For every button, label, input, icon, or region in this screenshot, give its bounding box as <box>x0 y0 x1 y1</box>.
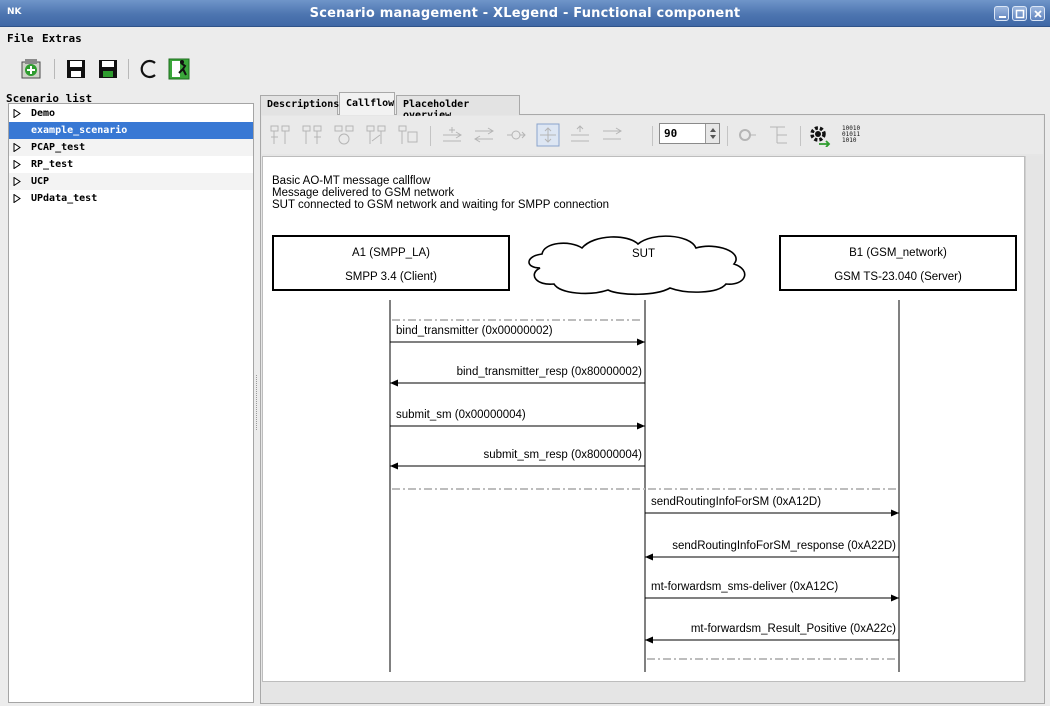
window-title: Scenario management - XLegend - Function… <box>309 6 741 21</box>
move-down-button[interactable] <box>600 123 624 147</box>
expand-arrow-icon[interactable] <box>13 194 21 203</box>
refresh-button[interactable] <box>135 54 165 84</box>
list-item[interactable]: Demo <box>9 105 253 122</box>
insert-entity-button[interactable] <box>300 123 324 147</box>
expand-arrow-icon[interactable] <box>13 143 21 152</box>
list-item[interactable]: UPdata_test <box>9 190 253 207</box>
vertical-scrollbar[interactable] <box>1025 156 1043 682</box>
save-as-button[interactable] <box>93 54 123 84</box>
menu-extras[interactable]: Extras <box>42 32 82 45</box>
list-item[interactable]: example_scenario <box>9 122 253 139</box>
message-label[interactable]: submit_sm_resp (0x80000004) <box>483 449 642 461</box>
add-entity-button[interactable] <box>268 123 292 147</box>
move-up-icon <box>571 125 589 142</box>
expand-arrow-icon[interactable] <box>13 177 21 186</box>
add-message-icon <box>443 127 462 142</box>
add-response-button[interactable] <box>472 123 496 147</box>
message-label[interactable]: bind_transmitter_resp (0x80000002) <box>457 366 642 378</box>
add-response-icon <box>474 127 494 143</box>
main-toolbar <box>0 49 1050 89</box>
tab-callflow[interactable]: Callflow <box>339 92 395 115</box>
exit-button[interactable] <box>164 54 194 84</box>
move-down-icon <box>603 127 622 140</box>
message-arrowhead <box>637 338 645 346</box>
refresh-icon <box>140 59 156 79</box>
horizontal-scrollbar[interactable] <box>262 682 1043 702</box>
exit-icon <box>168 58 190 80</box>
select-message-button[interactable] <box>536 123 560 147</box>
minimize-button[interactable] <box>994 6 1009 21</box>
binary-icon: 10010010111010 <box>842 125 860 144</box>
svg-text:1010: 1010 <box>842 137 857 144</box>
insert-entity-icon <box>302 125 322 144</box>
scenario-list[interactable]: Demo example_scenario PCAP_test RP_test … <box>8 103 254 703</box>
zoom-value: 90 <box>664 127 678 140</box>
message-label[interactable]: mt-forwardsm_sms-deliver (0xA12C) <box>651 581 838 593</box>
zoom-stepper[interactable] <box>705 124 719 143</box>
splitter-handle[interactable] <box>256 375 258 430</box>
new-scenario-icon <box>21 59 41 79</box>
new-scenario-button[interactable] <box>16 54 46 84</box>
message-arrowhead <box>645 636 653 644</box>
delete-entity-icon <box>398 125 418 144</box>
edit-entity-icon <box>366 125 386 144</box>
select-message-icon <box>536 123 560 147</box>
gear-icon <box>810 126 831 147</box>
message-arrowhead <box>637 422 645 430</box>
close-icon <box>1034 10 1042 18</box>
add-loop-button[interactable] <box>504 123 528 147</box>
title-bar: NK Scenario management - XLegend - Funct… <box>0 0 1050 27</box>
zoom-spinbox[interactable]: 90 <box>659 123 720 144</box>
message-arrowhead <box>390 462 398 470</box>
tab-placeholder-overview[interactable]: Placeholder overview <box>396 95 520 121</box>
entity-settings-button[interactable] <box>332 123 356 147</box>
sequence-diagram <box>389 300 900 672</box>
list-item[interactable]: PCAP_test <box>9 139 253 156</box>
minimize-icon <box>999 16 1006 18</box>
hierarchy-button[interactable] <box>767 123 791 147</box>
save-as-icon <box>99 60 117 78</box>
add-entity-icon <box>270 125 290 144</box>
list-item[interactable]: RP_test <box>9 156 253 173</box>
expand-arrow-icon[interactable] <box>13 109 21 118</box>
add-loop-icon <box>507 130 526 140</box>
message-label[interactable]: sendRoutingInfoForSM_response (0xA22D) <box>672 540 896 552</box>
delete-entity-button[interactable] <box>396 123 420 147</box>
menu-file[interactable]: File <box>7 32 34 45</box>
move-up-button[interactable] <box>568 123 592 147</box>
edit-entity-button[interactable] <box>364 123 388 147</box>
message-label[interactable]: submit_sm (0x00000004) <box>396 409 526 421</box>
close-button[interactable] <box>1030 6 1045 21</box>
add-message-button[interactable] <box>440 123 464 147</box>
message-label[interactable]: mt-forwardsm_Result_Positive (0xA22c) <box>691 623 896 635</box>
message-arrowhead <box>891 509 899 517</box>
settings-button[interactable] <box>807 123 831 147</box>
message-arrowhead <box>645 553 653 561</box>
message-arrowhead <box>390 379 398 387</box>
hierarchy-icon <box>770 126 787 144</box>
message-arrowhead <box>891 594 899 602</box>
add-placeholder-button[interactable] <box>735 123 759 147</box>
maximize-button[interactable] <box>1012 6 1027 21</box>
entity-settings-icon <box>334 125 354 145</box>
binary-export-button[interactable]: 10010 01011 1010 <box>839 123 863 147</box>
tab-descriptions[interactable]: Descriptions <box>260 95 339 115</box>
message-label[interactable]: sendRoutingInfoForSM (0xA12D) <box>651 496 821 508</box>
save-icon <box>67 60 85 78</box>
add-placeholder-icon <box>739 129 756 141</box>
menu-bar: File Extras <box>0 27 1050 49</box>
callflow-toolbar: 10010 01011 1010 <box>262 116 1043 154</box>
save-button[interactable] <box>61 54 91 84</box>
maximize-icon <box>1015 9 1025 19</box>
list-item[interactable]: UCP <box>9 173 253 190</box>
expand-arrow-icon[interactable] <box>13 160 21 169</box>
spin-arrows-icon <box>710 128 716 139</box>
message-label[interactable]: bind_transmitter (0x00000002) <box>396 325 553 337</box>
